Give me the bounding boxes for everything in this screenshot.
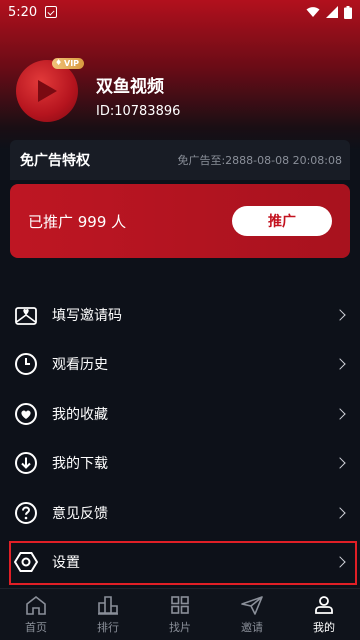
promotion-count: 已推广 999 人 — [28, 212, 127, 231]
nav-item-mine[interactable]: 我的 — [288, 595, 360, 635]
nav-label: 首页 — [25, 620, 47, 634]
menu-item-label: 填写邀请码 — [52, 307, 122, 324]
chevron-right-icon — [334, 408, 346, 420]
promote-button[interactable]: 推广 — [232, 206, 332, 236]
privilege-expire-text: 免广告至:2888-08-08 20:08:08 — [177, 154, 342, 167]
profile-section: VIP — [16, 58, 85, 122]
nav-item-invite[interactable]: 邀请 — [216, 595, 288, 635]
menu-item-label: 观看历史 — [52, 357, 108, 374]
menu-item-label: 我的收藏 — [52, 406, 108, 423]
grid-icon — [171, 595, 189, 614]
home-icon — [26, 595, 46, 615]
notification-icon — [45, 6, 58, 18]
user-icon — [315, 595, 333, 614]
menu-item-watch-history[interactable]: 观看历史 — [0, 340, 360, 390]
status-time: 5:20 — [8, 4, 38, 20]
profile-text: 双鱼视频 ID:10783896 — [96, 72, 296, 119]
download-icon — [14, 451, 38, 475]
signal-icon — [326, 6, 338, 18]
menu-item-label: 我的下载 — [52, 456, 108, 473]
app-name: 双鱼视频 — [96, 77, 164, 97]
ad-free-privilege-row: 免广告特权 免广告至:2888-08-08 20:08:08 — [10, 140, 350, 180]
avatar[interactable]: VIP — [16, 58, 85, 122]
nav-label: 邀请 — [241, 620, 263, 634]
highlight-box — [9, 540, 357, 585]
promotion-card: 已推广 999 人 推广 — [10, 184, 350, 258]
nav-item-ranking[interactable]: 排行 — [72, 595, 144, 635]
battery-icon — [344, 5, 352, 19]
privilege-title: 免广告特权 — [20, 153, 90, 169]
user-id: ID:10783896 — [96, 104, 181, 119]
nav-label: 我的 — [313, 620, 335, 634]
menu-item-invite-code[interactable]: 填写邀请码 — [0, 290, 360, 340]
menu-item-feedback[interactable]: 意见反馈 — [0, 488, 360, 538]
menu-item-settings[interactable]: 设置 — [0, 538, 360, 588]
status-bar: 5:20 — [0, 0, 360, 24]
question-icon — [14, 501, 38, 525]
clock-icon — [14, 352, 38, 376]
send-icon — [241, 595, 263, 615]
ranking-icon — [98, 595, 118, 615]
menu-item-favorites[interactable]: 我的收藏 — [0, 389, 360, 439]
nav-item-home[interactable]: 首页 — [0, 595, 72, 635]
invite-code-icon — [14, 303, 38, 327]
chevron-right-icon — [334, 457, 346, 469]
menu-item-label: 意见反馈 — [52, 505, 108, 522]
nav-item-find[interactable]: 找片 — [144, 595, 216, 635]
menu-item-downloads[interactable]: 我的下载 — [0, 439, 360, 489]
chevron-right-icon — [334, 358, 346, 370]
nav-label: 排行 — [97, 620, 119, 634]
chevron-right-icon — [334, 309, 346, 321]
nav-label: 找片 — [169, 620, 191, 634]
menu-list: 填写邀请码 观看历史 我的收藏 我的下载 意见反馈 设置 — [0, 290, 360, 587]
chevron-right-icon — [334, 507, 346, 519]
play-icon — [38, 80, 57, 102]
wifi-icon — [306, 7, 320, 17]
vip-badge: VIP — [52, 58, 85, 69]
heart-icon — [14, 402, 38, 426]
bottom-navigation: 首页 排行 找片 邀请 我的 — [0, 588, 360, 640]
